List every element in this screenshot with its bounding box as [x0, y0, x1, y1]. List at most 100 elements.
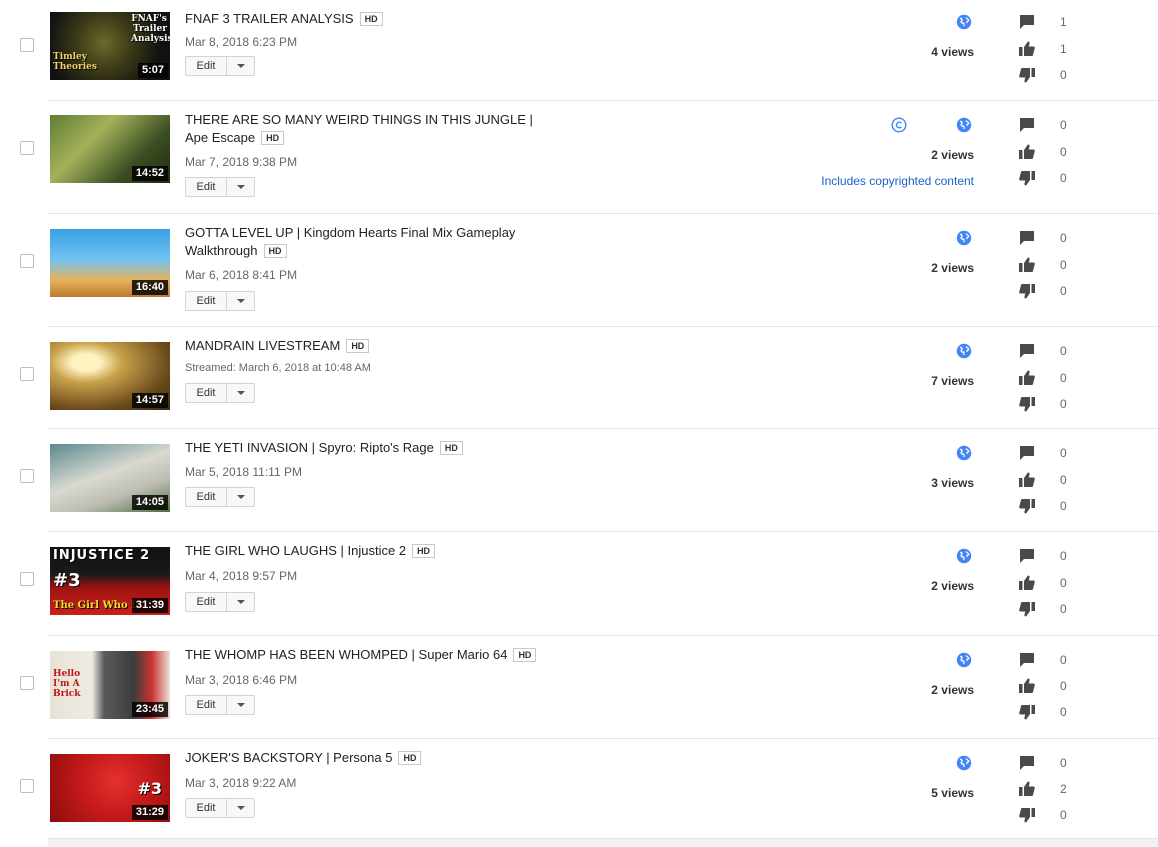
edit-label[interactable]: Edit — [186, 292, 227, 310]
copyright-notice-link[interactable]: Includes copyrighted content — [821, 174, 974, 188]
video-title-text[interactable]: THERE ARE SO MANY WEIRD THINGS IN THIS J… — [185, 112, 533, 145]
video-duration: 14:05 — [131, 495, 168, 510]
view-count: 5 views — [931, 786, 974, 800]
video-thumbnail[interactable]: 14:05 — [50, 444, 170, 512]
edit-dropdown-button[interactable] — [227, 292, 254, 310]
view-count: 2 views — [931, 261, 974, 275]
video-row: 14:52 THERE ARE SO MANY WEIRD THINGS IN … — [20, 101, 1158, 214]
row-checkbox[interactable] — [20, 572, 34, 586]
edit-button[interactable]: Edit — [185, 487, 255, 507]
dislike-icon — [1018, 497, 1036, 515]
edit-button[interactable]: Edit — [185, 695, 255, 715]
comment-icon — [1018, 13, 1036, 31]
edit-dropdown-button[interactable] — [227, 178, 254, 196]
video-title[interactable]: THE GIRL WHO LAUGHS | Injustice 2 HD — [185, 542, 555, 560]
video-title-text[interactable]: MANDRAIN LIVESTREAM — [185, 338, 340, 353]
hd-badge: HD — [263, 244, 287, 258]
dislike-count: 0 — [1060, 602, 1067, 616]
video-title[interactable]: THE YETI INVASION | Spyro: Ripto's Rage H… — [185, 439, 555, 457]
video-duration: 16:40 — [131, 280, 168, 295]
like-icon — [1018, 143, 1036, 161]
comment-icon — [1018, 229, 1036, 247]
dislike-icon — [1018, 66, 1036, 84]
video-thumbnail[interactable]: 14:52 — [50, 115, 170, 183]
row-checkbox[interactable] — [20, 676, 34, 690]
like-count: 0 — [1060, 258, 1067, 272]
video-title-text[interactable]: GOTTA LEVEL UP | Kingdom Hearts Final Mi… — [185, 225, 515, 258]
edit-dropdown-button[interactable] — [227, 488, 254, 506]
hd-badge: HD — [398, 751, 422, 765]
edit-button[interactable]: Edit — [185, 56, 255, 76]
comment-icon — [1018, 651, 1036, 669]
video-duration: 31:29 — [131, 805, 168, 820]
edit-button[interactable]: Edit — [185, 291, 255, 311]
video-title[interactable]: THERE ARE SO MANY WEIRD THINGS IN THIS J… — [185, 111, 555, 147]
video-title[interactable]: MANDRAIN LIVESTREAM HD — [185, 337, 555, 355]
edit-label[interactable]: Edit — [186, 799, 227, 817]
view-count: 2 views — [931, 579, 974, 593]
like-count: 0 — [1060, 371, 1067, 385]
row-checkbox[interactable] — [20, 469, 34, 483]
edit-label[interactable]: Edit — [186, 593, 227, 611]
video-thumbnail[interactable]: INJUSTICE 2 #3 The Girl Who L 31:39 — [50, 547, 170, 615]
video-title[interactable]: JOKER'S BACKSTORY | Persona 5 HD — [185, 749, 555, 767]
video-date: Mar 4, 2018 9:57 PM — [185, 569, 298, 583]
like-count: 0 — [1060, 145, 1067, 159]
dislike-count: 0 — [1060, 808, 1067, 822]
row-checkbox[interactable] — [20, 367, 34, 381]
like-count: 1 — [1060, 42, 1067, 56]
edit-label[interactable]: Edit — [186, 488, 227, 506]
edit-button[interactable]: Edit — [185, 177, 255, 197]
video-row: INJUSTICE 2 #3 The Girl Who L 31:39 THE … — [20, 532, 1158, 636]
dislike-count: 0 — [1060, 499, 1067, 513]
edit-dropdown-button[interactable] — [227, 57, 254, 75]
video-title[interactable]: THE WHOMP HAS BEEN WHOMPED | Super Mario… — [185, 646, 555, 664]
video-row: 14:05 THE YETI INVASION | Spyro: Ripto's… — [20, 429, 1158, 532]
comment-icon — [1018, 547, 1036, 565]
video-date: Mar 6, 2018 8:41 PM — [185, 268, 298, 282]
edit-label[interactable]: Edit — [186, 696, 227, 714]
video-date: Streamed: March 6, 2018 at 10:48 AM — [185, 362, 371, 374]
edit-label[interactable]: Edit — [186, 178, 227, 196]
row-checkbox[interactable] — [20, 779, 34, 793]
edit-dropdown-button[interactable] — [227, 384, 254, 402]
video-thumbnail[interactable]: #3 31:29 — [50, 754, 170, 822]
video-thumbnail[interactable]: FNAF's Trailer Analysis Timley Theories … — [50, 12, 170, 80]
video-title-text[interactable]: JOKER'S BACKSTORY | Persona 5 — [185, 750, 392, 765]
video-title-text[interactable]: THE WHOMP HAS BEEN WHOMPED | Super Mario… — [185, 647, 507, 662]
like-icon — [1018, 677, 1036, 695]
edit-dropdown-button[interactable] — [227, 593, 254, 611]
chevron-down-icon — [236, 299, 245, 303]
video-title[interactable]: FNAF 3 TRAILER ANALYSIS HD — [185, 10, 555, 28]
row-checkbox[interactable] — [20, 38, 34, 52]
dislike-count: 0 — [1060, 284, 1067, 298]
video-title-text[interactable]: THE GIRL WHO LAUGHS | Injustice 2 — [185, 543, 406, 558]
copyright-icon[interactable] — [891, 117, 907, 133]
comment-count: 0 — [1060, 549, 1067, 563]
globe-icon — [956, 230, 972, 246]
video-duration: 31:39 — [131, 598, 168, 613]
video-title-text[interactable]: THE YETI INVASION | Spyro: Ripto's Rage — [185, 440, 434, 455]
video-thumbnail[interactable]: 16:40 — [50, 229, 170, 297]
video-thumbnail[interactable]: 14:57 — [50, 342, 170, 410]
chevron-down-icon — [236, 64, 245, 68]
row-checkbox[interactable] — [20, 141, 34, 155]
video-duration: 5:07 — [137, 63, 168, 78]
edit-button[interactable]: Edit — [185, 592, 255, 612]
thumbnail-caption: #3 — [53, 570, 81, 591]
video-title-text[interactable]: FNAF 3 TRAILER ANALYSIS — [185, 11, 354, 26]
video-thumbnail[interactable]: Hello I'm A Brick 23:45 — [50, 651, 170, 719]
edit-button[interactable]: Edit — [185, 383, 255, 403]
edit-button[interactable]: Edit — [185, 798, 255, 818]
chevron-down-icon — [236, 703, 245, 707]
globe-icon — [956, 14, 972, 30]
edit-dropdown-button[interactable] — [227, 696, 254, 714]
video-duration: 14:52 — [131, 166, 168, 181]
video-row: FNAF's Trailer Analysis Timley Theories … — [20, 0, 1158, 101]
edit-dropdown-button[interactable] — [227, 799, 254, 817]
video-row: #3 31:29 JOKER'S BACKSTORY | Persona 5 HD… — [20, 739, 1158, 842]
row-checkbox[interactable] — [20, 254, 34, 268]
edit-label[interactable]: Edit — [186, 384, 227, 402]
edit-label[interactable]: Edit — [186, 57, 227, 75]
video-title[interactable]: GOTTA LEVEL UP | Kingdom Hearts Final Mi… — [185, 224, 555, 260]
